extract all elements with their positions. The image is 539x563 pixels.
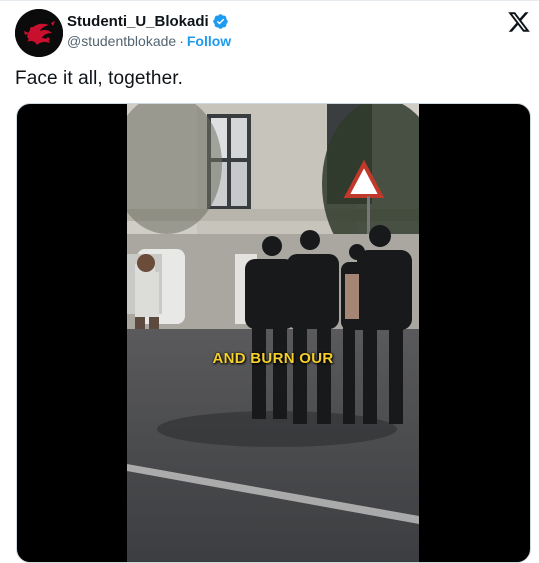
top-divider [0, 0, 539, 1]
handle-row: @studentblokade · Follow [67, 33, 231, 49]
avatar-logo-icon [15, 9, 63, 57]
video-caption: AND BURN OUR [212, 350, 334, 367]
x-logo-icon[interactable] [507, 10, 531, 34]
video-still-image [127, 104, 419, 562]
video-player[interactable]: AND BURN OUR [16, 103, 531, 563]
avatar[interactable] [15, 9, 63, 57]
display-name-row: Studenti_U_Blokadi [67, 11, 231, 31]
author-block: Studenti_U_Blokadi @studentblokade · Fol… [67, 11, 231, 50]
video-frame: AND BURN OUR [127, 104, 419, 562]
display-name[interactable]: Studenti_U_Blokadi [67, 13, 209, 30]
separator-dot: · [179, 33, 184, 49]
author-handle[interactable]: @studentblokade [67, 33, 176, 49]
follow-button[interactable]: Follow [187, 33, 231, 49]
verified-badge-icon [212, 13, 229, 30]
tweet-text: Face it all, together. [15, 68, 184, 89]
tweet-header: Studenti_U_Blokadi @studentblokade · Fol… [15, 8, 531, 58]
